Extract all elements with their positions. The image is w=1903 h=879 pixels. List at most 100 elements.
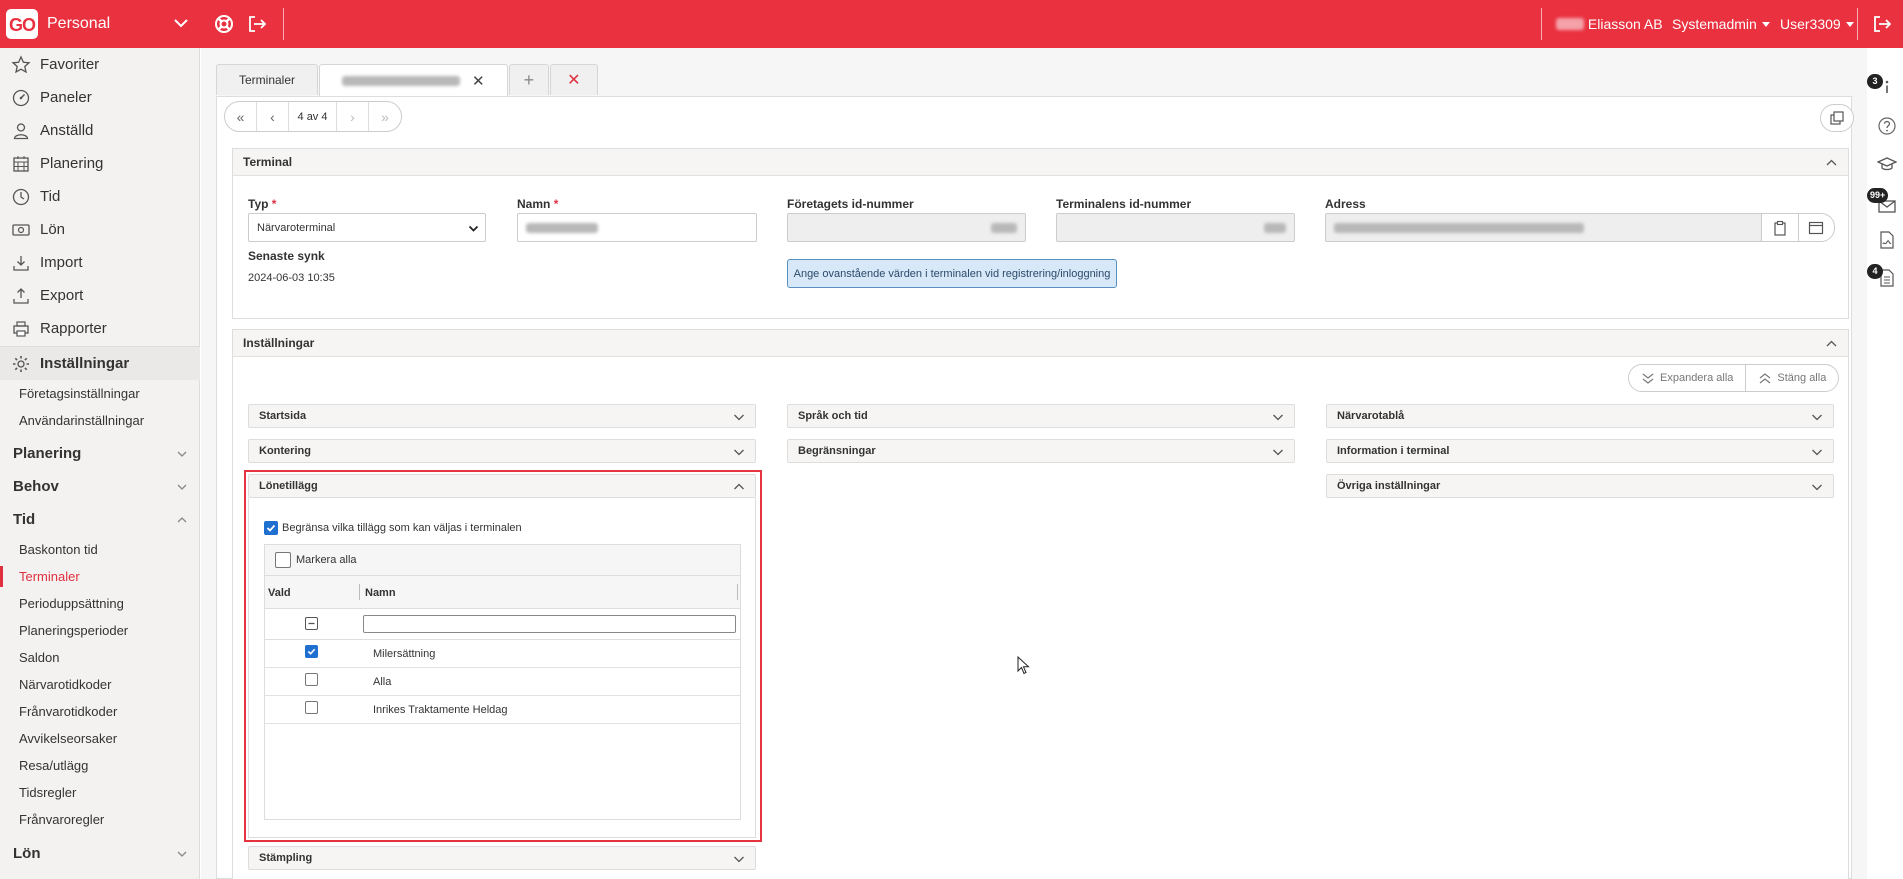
- lifebuoy-icon[interactable]: [213, 13, 235, 35]
- help-icon[interactable]: [1877, 116, 1897, 136]
- nav-group-planering[interactable]: Planering: [0, 437, 200, 470]
- chevron-down-icon: [177, 484, 187, 490]
- chevron-up-icon: [177, 517, 187, 523]
- export-icon: [13, 287, 29, 304]
- close-tab-icon[interactable]: ✕: [472, 72, 485, 90]
- nav-label: Import: [40, 254, 83, 271]
- nav-tidsregler[interactable]: Tidsregler: [0, 779, 200, 806]
- role-dropdown[interactable]: Systemadmin: [1672, 16, 1770, 32]
- nav-anvandarinstallningar[interactable]: Användarinställningar: [0, 407, 200, 434]
- nav-baskonton-tid[interactable]: Baskonton tid: [0, 536, 200, 563]
- module-name[interactable]: Personal: [47, 15, 110, 33]
- next-record-button[interactable]: ›: [337, 102, 369, 131]
- go-logo[interactable]: GO: [6, 9, 38, 39]
- signed-document-icon[interactable]: [1877, 230, 1897, 250]
- foretag-id-field[interactable]: [787, 213, 1026, 242]
- nav-franvarotidkoder[interactable]: Frånvarotidkoder: [0, 698, 200, 725]
- caret-down-icon: [1845, 22, 1854, 27]
- nav-terminaler[interactable]: Terminaler: [0, 563, 200, 590]
- expand-all-label: Expandera alla: [1660, 372, 1734, 384]
- nav-group-behov[interactable]: Behov: [0, 470, 200, 503]
- expand-all-button[interactable]: Expandera alla: [1629, 365, 1747, 391]
- blurred-tab-title: [342, 75, 461, 86]
- right-rail: 3 99+ 4: [1867, 48, 1903, 879]
- window-button[interactable]: [1799, 214, 1835, 241]
- accordion-title: Språk och tid: [798, 410, 868, 422]
- terminal-section-header[interactable]: Terminal: [233, 149, 1848, 176]
- adress-field[interactable]: [1325, 213, 1762, 242]
- tab-current-terminal[interactable]: ✕: [319, 64, 508, 96]
- section-title: Inställningar: [243, 336, 315, 350]
- namn-label: Namn *: [517, 197, 559, 211]
- nav-saldon[interactable]: Saldon: [0, 644, 200, 671]
- namn-input[interactable]: [517, 213, 757, 242]
- double-chevron-down-icon: [1642, 373, 1654, 384]
- accordion-startsida[interactable]: Startsida: [248, 404, 756, 428]
- nav-resa-utlagg[interactable]: Resa/utlägg: [0, 752, 200, 779]
- adress-actions: [1761, 213, 1835, 242]
- accordion-kontering[interactable]: Kontering: [248, 439, 756, 463]
- nav-label: Tid: [40, 188, 61, 205]
- divider: [283, 8, 284, 40]
- nav-favoriter[interactable]: Favoriter: [0, 48, 200, 81]
- nav-foretagsinstallningar[interactable]: Företagsinställningar: [0, 380, 200, 407]
- chevron-up-icon: [1826, 340, 1837, 347]
- role-label: Systemadmin: [1672, 16, 1757, 32]
- accordion-ovriga-installningar[interactable]: Övriga inställningar: [1326, 474, 1834, 498]
- nav-group-lon[interactable]: Lön: [0, 837, 200, 870]
- sign-out-icon[interactable]: [1871, 13, 1893, 35]
- nav-anstalld[interactable]: Anställd: [0, 114, 200, 147]
- close-all-tabs-button[interactable]: ✕: [550, 64, 598, 95]
- typ-value: Närvaroterminal: [257, 221, 336, 234]
- clipboard-button[interactable]: [1762, 214, 1799, 241]
- first-record-button[interactable]: «: [225, 102, 257, 131]
- nav-group-tid[interactable]: Tid: [0, 503, 200, 536]
- chevron-down-icon: [734, 414, 744, 421]
- nav-lon[interactable]: Lön: [0, 213, 200, 246]
- accordion-begransningar[interactable]: Begränsningar: [787, 439, 1295, 463]
- nav-avvikelseorsaker[interactable]: Avvikelseorsaker: [0, 725, 200, 752]
- chevron-down-icon: [734, 856, 744, 863]
- nav-franvaroregler[interactable]: Frånvaroregler: [0, 806, 200, 833]
- nav-export[interactable]: Export: [0, 279, 200, 312]
- nav-planeringsperioder[interactable]: Planeringsperioder: [0, 617, 200, 644]
- chevron-down-icon: [177, 851, 187, 857]
- last-record-button[interactable]: »: [369, 102, 401, 131]
- nav-label: Lön: [40, 221, 66, 238]
- nav-installningar[interactable]: Inställningar: [0, 347, 200, 380]
- add-tab-button[interactable]: +: [508, 64, 550, 95]
- nav-paneler[interactable]: Paneler: [0, 81, 200, 114]
- installningar-section-header[interactable]: Inställningar: [233, 330, 1848, 357]
- chevron-down-icon[interactable]: [172, 14, 190, 32]
- company-name: Eliasson AB: [1587, 16, 1663, 32]
- nav-import[interactable]: Import: [0, 246, 200, 279]
- graduation-cap-icon[interactable]: [1877, 154, 1897, 174]
- tab-terminaler[interactable]: Terminaler: [216, 64, 319, 95]
- nav-rapporter[interactable]: Rapporter: [0, 312, 200, 345]
- accordion-stampling[interactable]: Stämpling: [248, 846, 756, 870]
- blurred-name: [526, 222, 598, 233]
- nav-perioduppsattning[interactable]: Perioduppsättning: [0, 590, 200, 617]
- record-pager: « ‹ 4 av 4 › »: [224, 101, 402, 132]
- nav-label: Rapporter: [40, 320, 107, 337]
- user-dropdown[interactable]: User3309: [1780, 16, 1854, 32]
- accordion-sprak-och-tid[interactable]: Språk och tid: [787, 404, 1295, 428]
- nav-narvarotidkoder[interactable]: Närvarotidkoder: [0, 671, 200, 698]
- group-label: Behov: [13, 478, 59, 495]
- prev-record-button[interactable]: ‹: [257, 102, 289, 131]
- logout-icon[interactable]: [246, 13, 268, 35]
- company-selector[interactable]: Eliasson AB: [1556, 16, 1663, 32]
- terminal-id-field[interactable]: [1056, 213, 1295, 242]
- senaste-synk-value: 2024-06-03 10:35: [248, 272, 335, 284]
- chevron-down-icon: [1812, 484, 1822, 491]
- typ-select[interactable]: Närvaroterminal: [248, 213, 486, 242]
- import-icon: [13, 255, 29, 271]
- close-all-button[interactable]: Stäng alla: [1746, 365, 1838, 391]
- nav-planering[interactable]: Planering: [0, 147, 200, 180]
- accordion-title: Övriga inställningar: [1337, 480, 1441, 492]
- copy-button[interactable]: [1820, 104, 1854, 132]
- nav-tid[interactable]: Tid: [0, 180, 200, 213]
- ange-values-button[interactable]: Ange ovanstående värden i terminalen vid…: [787, 259, 1117, 288]
- accordion-narvarotabla[interactable]: Närvarotablå: [1326, 404, 1834, 428]
- accordion-information-i-terminal[interactable]: Information i terminal: [1326, 439, 1834, 463]
